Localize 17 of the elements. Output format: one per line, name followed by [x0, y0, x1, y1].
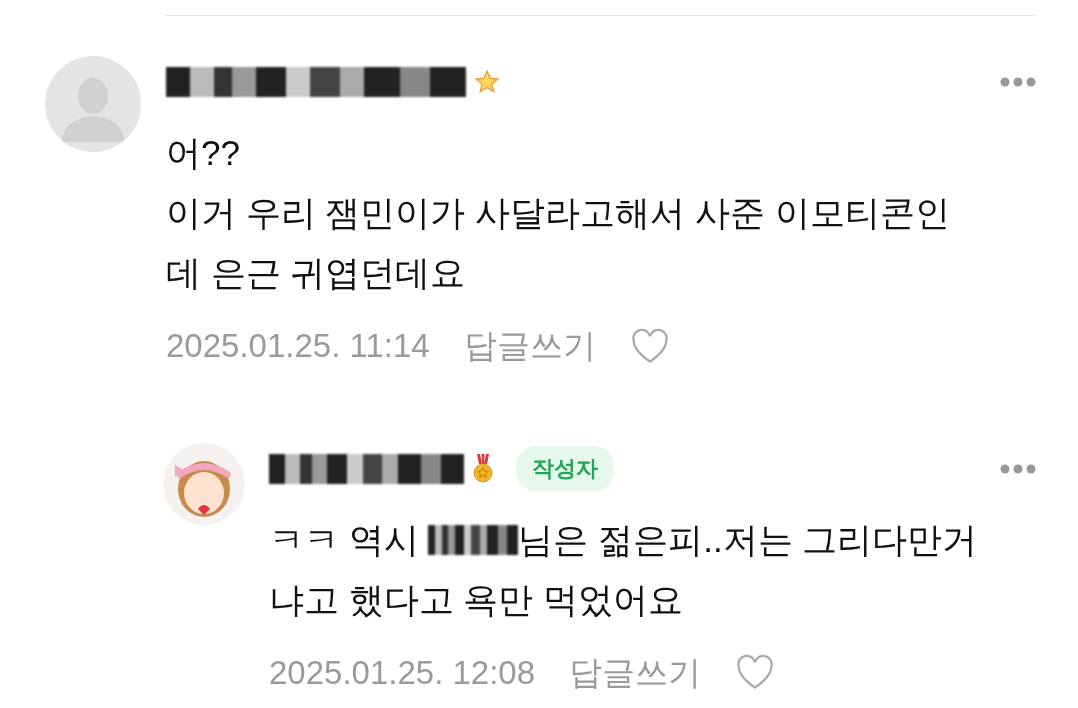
medal-icon [472, 453, 494, 484]
comment-text: 데 은근 귀엽던데요 [166, 252, 466, 294]
comment-text: 님은 젊은피..저는 그리다만거 [518, 518, 978, 561]
reply-link[interactable]: 답글쓰기 [463, 321, 596, 371]
comment-date: 2025.01.25. 12:08 [269, 652, 536, 693]
heart-icon[interactable] [735, 654, 776, 691]
author-badge: 작성자 [516, 446, 614, 491]
heart-icon[interactable] [629, 327, 670, 364]
comment-text: ㅋㅋ 역시 [269, 518, 420, 561]
comment-text: 어?? [166, 132, 240, 174]
comment-text: 냐고 했다고 욕만 먹었어요 [269, 578, 684, 621]
more-icon[interactable] [1000, 77, 1036, 87]
comment-text: 이거 우리 잼민이가 사달라고해서 사준 이모티콘인 [166, 192, 950, 234]
star-icon [474, 69, 500, 95]
more-icon[interactable] [1000, 463, 1036, 474]
comment-date: 2025.01.25. 11:14 [166, 326, 430, 366]
reply-link[interactable]: 답글쓰기 [569, 647, 702, 697]
